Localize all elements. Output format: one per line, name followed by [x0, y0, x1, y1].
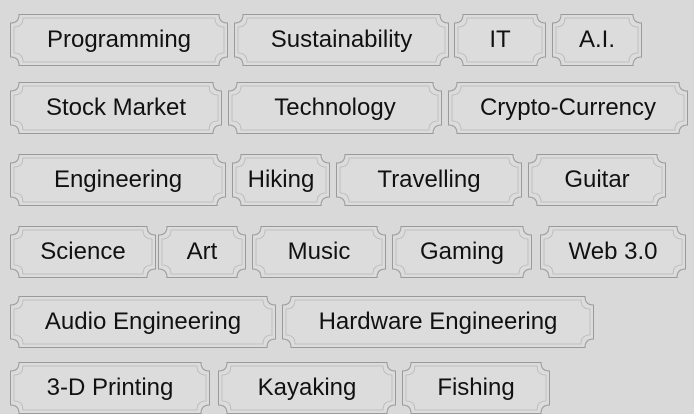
tag-stock-market[interactable]: Stock Market	[10, 82, 222, 134]
tag-label: IT	[489, 26, 511, 53]
tag-label: Science	[40, 238, 126, 265]
tag-label: Stock Market	[45, 94, 187, 121]
tag-fishing[interactable]: Fishing	[402, 362, 550, 414]
tag-label: Travelling	[377, 166, 481, 193]
tag-guitar[interactable]: Guitar	[528, 154, 666, 206]
tag-label: Kayaking	[257, 374, 357, 401]
tag-3d-printing[interactable]: 3-D Printing	[10, 362, 210, 414]
tag-label: Music	[287, 238, 351, 265]
tag-crypto-currency[interactable]: Crypto-Currency	[448, 82, 688, 134]
tag-label: Engineering	[53, 166, 183, 193]
tag-label: Fishing	[437, 374, 515, 401]
tag-label: Sustainability	[270, 26, 413, 53]
tag-label: Hardware Engineering	[318, 308, 558, 335]
tag-kayaking[interactable]: Kayaking	[218, 362, 396, 414]
tag-label: Gaming	[419, 238, 505, 265]
tag-travelling[interactable]: Travelling	[336, 154, 522, 206]
tag-hiking[interactable]: Hiking	[232, 154, 330, 206]
tag-web3[interactable]: Web 3.0	[540, 226, 686, 278]
tag-label: 3-D Printing	[46, 374, 174, 401]
tag-music[interactable]: Music	[252, 226, 386, 278]
tag-label: Guitar	[564, 166, 630, 193]
tag-audio-engineering[interactable]: Audio Engineering	[10, 296, 276, 348]
tag-label: Web 3.0	[568, 238, 658, 265]
tag-label: Crypto-Currency	[479, 94, 657, 121]
tag-ai[interactable]: A.I.	[552, 14, 642, 66]
tag-label: Hiking	[247, 166, 315, 193]
tag-label: Programming	[46, 26, 192, 53]
tag-programming[interactable]: Programming	[10, 14, 228, 66]
tag-it[interactable]: IT	[454, 14, 546, 66]
tag-label: Art	[186, 238, 218, 265]
tag-label: Technology	[274, 94, 396, 121]
tag-cloud: Programming Sustainability IT A.I. Stock…	[0, 0, 694, 414]
tag-gaming[interactable]: Gaming	[392, 226, 532, 278]
tag-engineering[interactable]: Engineering	[10, 154, 226, 206]
tag-technology[interactable]: Technology	[228, 82, 442, 134]
tag-hardware-engineering[interactable]: Hardware Engineering	[282, 296, 594, 348]
tag-label: Audio Engineering	[44, 308, 242, 335]
tag-science[interactable]: Science	[10, 226, 156, 278]
tag-label: A.I.	[578, 26, 615, 53]
tag-art[interactable]: Art	[158, 226, 246, 278]
tag-sustainability[interactable]: Sustainability	[234, 14, 449, 66]
